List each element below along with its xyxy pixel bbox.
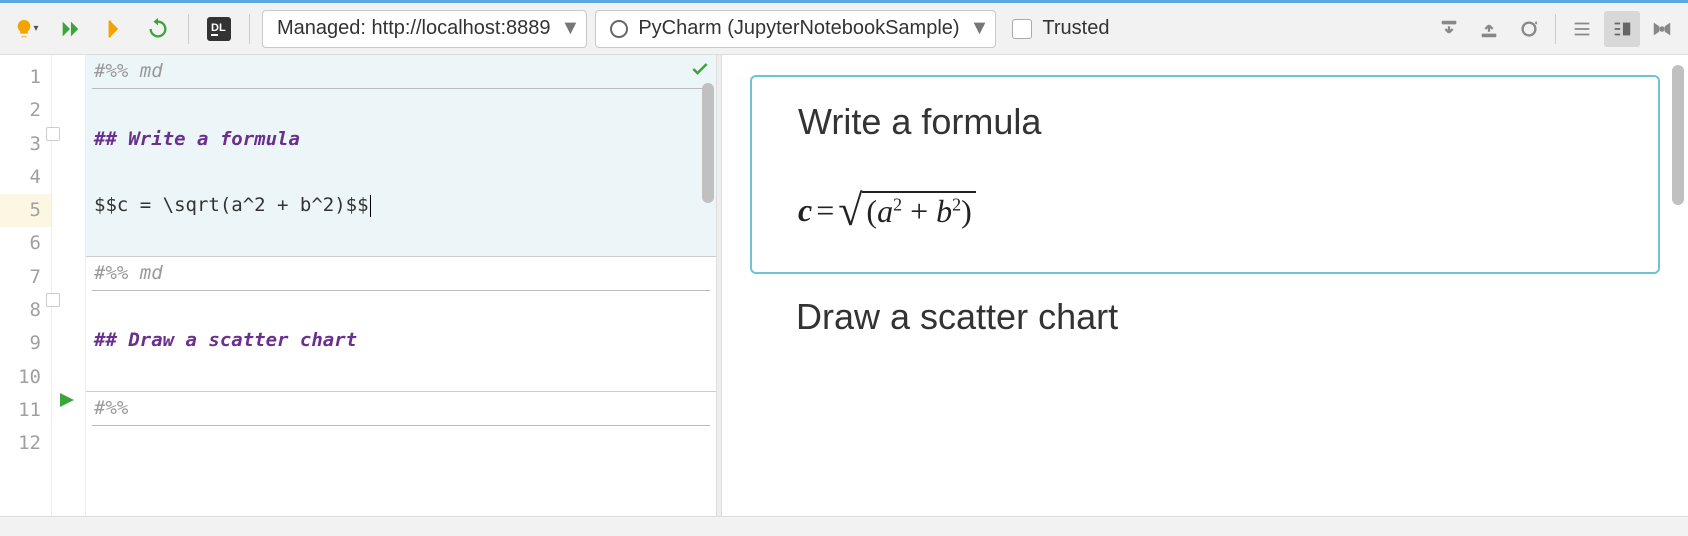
chevron-down-icon: ▼: [561, 17, 581, 40]
preview-only-icon[interactable]: [1644, 11, 1680, 47]
code-editor[interactable]: #%% md ## Write a formula $$c = \sqrt(a^…: [86, 55, 716, 516]
server-label: Managed: http://localhost:8889: [277, 17, 551, 40]
kernel-status-icon: [610, 20, 628, 38]
toolbar-separator: [249, 14, 250, 44]
editor-only-icon[interactable]: [1564, 11, 1600, 47]
fold-marker-icon[interactable]: [46, 293, 60, 307]
trusted-checkbox[interactable]: [1012, 19, 1032, 39]
preview-heading: Draw a scatter chart: [750, 296, 1660, 338]
line-number: 8: [0, 294, 51, 327]
trusted-toggle[interactable]: Trusted: [1012, 17, 1119, 40]
editor-scrollbar[interactable]: [702, 83, 714, 203]
line-number: 3: [0, 128, 51, 161]
kernel-label: PyCharm (JupyterNotebookSample): [638, 17, 959, 40]
preview-refresh-icon[interactable]: [1511, 11, 1547, 47]
cell-marker: #%%: [94, 397, 128, 419]
line-number: 4: [0, 161, 51, 194]
chevron-down-icon: ▼: [970, 17, 990, 40]
trusted-label: Trusted: [1042, 17, 1109, 40]
preview-pane: Write a formula c = √ (a2 + b2) Draw a s…: [722, 55, 1688, 516]
notebook-toolbar: ▾ DL Managed: http://localhost:8889 ▼ Py…: [0, 3, 1688, 55]
cell-marker: #%% md: [94, 262, 163, 284]
preview-cell-active: Write a formula c = √ (a2 + b2): [750, 75, 1660, 274]
md-heading: ## Draw a scatter chart: [94, 329, 357, 351]
line-number: 2: [0, 94, 51, 127]
rendered-formula: c = √ (a2 + b2): [798, 185, 1612, 236]
status-bar: [0, 516, 1688, 536]
run-all-icon[interactable]: [52, 11, 88, 47]
kernel-dropdown[interactable]: PyCharm (JupyterNotebookSample) ▼: [595, 10, 996, 48]
line-number: 7: [0, 261, 51, 294]
md-formula: $$c = \sqrt(a^2 + b^2)$$: [94, 194, 369, 216]
inspection-ok-icon: [690, 59, 710, 84]
preview-scrollbar[interactable]: [1672, 65, 1684, 205]
intention-bulb-icon[interactable]: ▾: [8, 11, 44, 47]
line-number: 9: [0, 327, 51, 360]
run-gutter: [52, 55, 86, 516]
line-number: 1: [0, 61, 51, 94]
cell-marker: #%% md: [94, 60, 163, 82]
fold-marker-icon[interactable]: [46, 127, 60, 141]
line-number: 6: [0, 227, 51, 260]
line-number: 11: [0, 394, 51, 427]
line-number: 12: [0, 427, 51, 460]
line-number: 10: [0, 361, 51, 394]
upload-cell-icon[interactable]: [1471, 11, 1507, 47]
toolbar-separator: [188, 14, 189, 44]
svg-text:DL: DL: [211, 22, 226, 34]
sqrt-icon: √: [838, 185, 862, 236]
preview-heading: Write a formula: [798, 101, 1612, 143]
download-cell-icon[interactable]: [1431, 11, 1467, 47]
run-cell-icon[interactable]: [60, 393, 74, 412]
interrupt-icon[interactable]: [96, 11, 132, 47]
line-number-gutter: 1 2 3 4 5 6 7 8 9 10 11 12: [0, 55, 52, 516]
restart-kernel-icon[interactable]: [140, 11, 176, 47]
split-view-icon[interactable]: [1604, 11, 1640, 47]
main-split: 1 2 3 4 5 6 7 8 9 10 11 12 #%% md ## Wri…: [0, 55, 1688, 516]
toolbar-separator: [1555, 14, 1556, 44]
datalore-icon[interactable]: DL: [201, 11, 237, 47]
line-number: 5: [0, 194, 51, 227]
md-heading: ## Write a formula: [94, 128, 300, 150]
text-cursor: [370, 195, 371, 217]
server-dropdown[interactable]: Managed: http://localhost:8889 ▼: [262, 10, 587, 48]
